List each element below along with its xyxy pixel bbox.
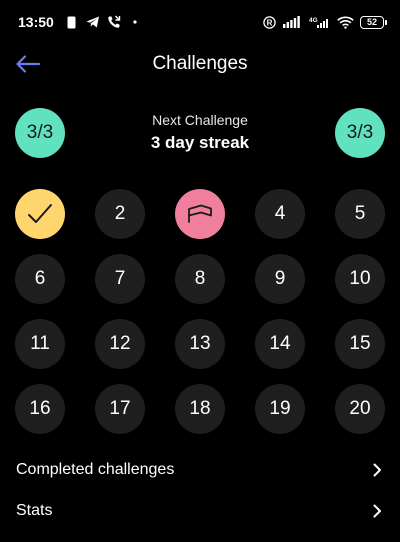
day-18[interactable]: 18 [175, 384, 225, 434]
telegram-icon [86, 15, 100, 29]
chevron-right-icon [373, 504, 382, 518]
status-left: 13:50 [18, 14, 142, 30]
missed-call-icon [107, 15, 121, 29]
day-15[interactable]: 15 [335, 319, 385, 369]
day-5[interactable]: 5 [335, 189, 385, 239]
wifi-icon [336, 15, 354, 29]
day-16[interactable]: 16 [15, 384, 65, 434]
next-challenge-name: 3 day streak [150, 133, 250, 152]
day-11[interactable]: 11 [15, 319, 65, 369]
day-12[interactable]: 12 [95, 319, 145, 369]
day-2[interactable]: 2 [95, 189, 145, 239]
stats-row[interactable]: Stats [0, 491, 400, 531]
header: Challenges [0, 44, 400, 84]
completed-challenges-row[interactable]: Completed challenges [0, 450, 400, 490]
day-3-current[interactable] [175, 189, 225, 239]
days-grid: 2 4 5 6 7 8 9 10 11 12 13 14 15 16 17 18… [15, 189, 385, 434]
next-challenge-section: 3/3 Next Challenge 3 day streak 3/3 [0, 108, 400, 158]
next-challenge-info: Next Challenge 3 day streak [100, 112, 300, 153]
ticket-icon [188, 204, 212, 223]
network-4g-icon: 4G [308, 15, 330, 29]
network-type-label: 4G [309, 17, 318, 24]
signal-strength-icon [282, 15, 302, 29]
status-right: R 4G 52 [262, 15, 387, 29]
back-button[interactable] [12, 50, 44, 78]
registered-icon: R [262, 15, 276, 29]
notification-dot-icon [128, 15, 142, 29]
page-title: Challenges [152, 53, 248, 74]
day-9[interactable]: 9 [255, 254, 305, 304]
back-arrow-icon [16, 55, 41, 73]
day-1-completed[interactable] [15, 189, 65, 239]
chevron-right-icon [373, 463, 382, 477]
day-4[interactable]: 4 [255, 189, 305, 239]
battery-icon: 52 [360, 15, 387, 29]
day-7[interactable]: 7 [95, 254, 145, 304]
day-20[interactable]: 20 [335, 384, 385, 434]
progress-badge-right: 3/3 [335, 108, 385, 158]
next-challenge-label: Next Challenge [152, 112, 248, 128]
battery-level: 52 [366, 17, 377, 27]
check-icon [28, 204, 52, 223]
day-14[interactable]: 14 [255, 319, 305, 369]
day-17[interactable]: 17 [95, 384, 145, 434]
day-10[interactable]: 10 [335, 254, 385, 304]
phone-device-icon [65, 15, 79, 29]
stats-label: Stats [16, 502, 53, 519]
svg-text:R: R [266, 18, 272, 27]
progress-badge-left: 3/3 [15, 108, 65, 158]
completed-challenges-label: Completed challenges [16, 461, 175, 478]
status-bar: 13:50 R 4G 52 [0, 0, 400, 44]
day-8[interactable]: 8 [175, 254, 225, 304]
day-6[interactable]: 6 [15, 254, 65, 304]
day-19[interactable]: 19 [255, 384, 305, 434]
status-time: 13:50 [18, 14, 54, 30]
day-13[interactable]: 13 [175, 319, 225, 369]
